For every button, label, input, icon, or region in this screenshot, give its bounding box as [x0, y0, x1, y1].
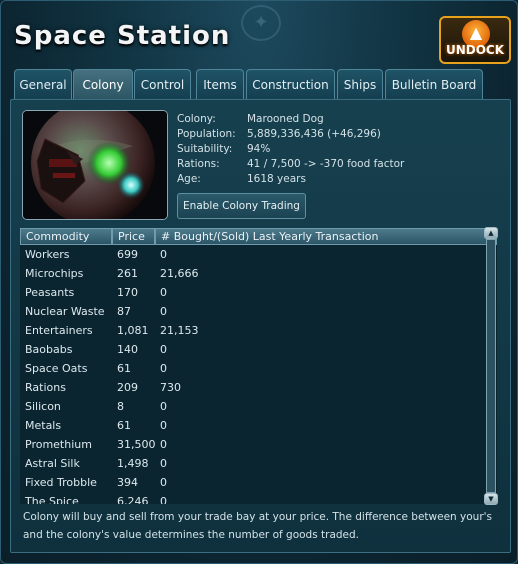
price-cell: 8 — [117, 400, 124, 413]
column-header-commodity[interactable]: Commodity — [20, 228, 112, 245]
commodity-cell: Rations — [25, 381, 66, 394]
table-row[interactable]: Promethium 31,500 0 — [20, 435, 497, 454]
tab-colony[interactable]: Colony — [73, 69, 133, 100]
info-row-suitability: Suitability: 94% — [177, 142, 497, 157]
commodity-cell: Space Oats — [25, 362, 88, 375]
tab-ships[interactable]: Ships — [337, 69, 383, 100]
info-row-rations: Rations: 41 / 7,500 -> -370 food factor — [177, 157, 497, 172]
commodity-cell: Microchips — [25, 267, 84, 280]
table-body: Workers 699 0 Microchips 261 21,666 Peasants… — [20, 245, 497, 504]
table-row[interactable]: Astral Silk 1,498 0 — [20, 454, 497, 473]
commodity-cell: Nuclear Waste — [25, 305, 105, 318]
transaction-cell: 0 — [160, 286, 167, 299]
table-scrollbar[interactable]: ▲ ▼ — [484, 227, 498, 505]
price-cell: 61 — [117, 419, 131, 432]
transaction-cell: 0 — [160, 476, 167, 489]
transaction-cell: 0 — [160, 400, 167, 413]
commodity-cell: The Spice — [25, 495, 79, 504]
price-cell: 87 — [117, 305, 131, 318]
column-header-transaction[interactable]: # Bought/(Sold) Last Yearly Transaction — [155, 228, 497, 245]
price-cell: 1,498 — [117, 457, 149, 470]
undock-button[interactable]: ▲ UNDOCK — [439, 16, 511, 64]
colony-planet-image — [22, 110, 168, 220]
enable-colony-trading-button[interactable]: Enable Colony Trading — [177, 193, 306, 219]
colony-info: Colony: Marooned Dog Population: 5,889,3… — [177, 112, 497, 187]
transaction-cell: 21,666 — [160, 267, 199, 280]
table-row[interactable]: Space Oats 61 0 — [20, 359, 497, 378]
price-cell: 140 — [117, 343, 138, 356]
scroll-down-arrow-icon[interactable]: ▼ — [484, 493, 498, 505]
price-cell: 699 — [117, 248, 138, 261]
info-row-colony: Colony: Marooned Dog — [177, 112, 497, 127]
info-label: Age: — [177, 173, 201, 185]
space-station-window: ✦ Space Station ▲ UNDOCK General Colony … — [0, 0, 518, 564]
table-header: Commodity Price # Bought/(Sold) Last Yea… — [20, 228, 497, 245]
transaction-cell: 0 — [160, 438, 167, 451]
price-cell: 6,246 — [117, 495, 149, 504]
info-label: Population: — [177, 128, 236, 140]
transaction-cell: 0 — [160, 305, 167, 318]
tab-items[interactable]: Items — [196, 69, 244, 100]
commodity-cell: Peasants — [25, 286, 75, 299]
colony-planet-illustration — [23, 111, 167, 219]
commodity-table: Commodity Price # Bought/(Sold) Last Yea… — [20, 228, 497, 504]
table-row[interactable]: The Spice 6,246 0 — [20, 492, 497, 504]
transaction-cell: 0 — [160, 495, 167, 504]
scroll-up-arrow-icon[interactable]: ▲ — [484, 227, 498, 239]
info-row-age: Age: 1618 years — [177, 172, 497, 187]
price-cell: 209 — [117, 381, 138, 394]
tab-general[interactable]: General — [14, 69, 72, 100]
commodity-cell: Baobabs — [25, 343, 73, 356]
price-cell: 261 — [117, 267, 138, 280]
transaction-cell: 0 — [160, 343, 167, 356]
tab-construction[interactable]: Construction — [246, 69, 335, 100]
suitability-value: 94% — [247, 143, 271, 155]
table-row[interactable]: Rations 209 730 — [20, 378, 497, 397]
price-cell: 61 — [117, 362, 131, 375]
page-title: Space Station — [14, 21, 231, 51]
station-emblem-icon: ✦ — [241, 5, 281, 41]
transaction-cell: 0 — [160, 362, 167, 375]
trade-description: Colony will buy and sell from your trade… — [23, 511, 493, 541]
commodity-cell: Astral Silk — [25, 457, 80, 470]
commodity-cell: Workers — [25, 248, 70, 261]
info-row-population: Population: 5,889,336,436 (+46,296) — [177, 127, 497, 142]
price-cell: 1,081 — [117, 324, 149, 337]
transaction-cell: 730 — [160, 381, 181, 394]
commodity-cell: Silicon — [25, 400, 61, 413]
commodity-cell: Metals — [25, 419, 62, 432]
age-value: 1618 years — [247, 173, 306, 185]
column-header-price[interactable]: Price — [112, 228, 155, 245]
table-row[interactable]: Workers 699 0 — [20, 245, 497, 264]
price-cell: 170 — [117, 286, 138, 299]
price-cell: 31,500 — [117, 438, 156, 451]
population-value: 5,889,336,436 (+46,296) — [247, 128, 381, 140]
price-cell: 394 — [117, 476, 138, 489]
table-row[interactable]: Silicon 8 0 — [20, 397, 497, 416]
table-row[interactable]: Baobabs 140 0 — [20, 340, 497, 359]
rations-value: 41 / 7,500 -> -370 food factor — [247, 158, 405, 170]
colony-panel: Colony: Marooned Dog Population: 5,889,3… — [10, 99, 511, 553]
transaction-cell: 0 — [160, 457, 167, 470]
table-row[interactable]: Nuclear Waste 87 0 — [20, 302, 497, 321]
transaction-cell: 0 — [160, 419, 167, 432]
transaction-cell: 21,153 — [160, 324, 199, 337]
undock-label: UNDOCK — [445, 43, 505, 57]
table-row[interactable]: Microchips 261 21,666 — [20, 264, 497, 283]
transaction-cell: 0 — [160, 248, 167, 261]
table-row[interactable]: Entertainers 1,081 21,153 — [20, 321, 497, 340]
table-row[interactable]: Metals 61 0 — [20, 416, 497, 435]
info-label: Colony: — [177, 113, 216, 125]
info-label: Suitability: — [177, 143, 233, 155]
table-row[interactable]: Fixed Trobble 394 0 — [20, 473, 497, 492]
table-row[interactable]: Peasants 170 0 — [20, 283, 497, 302]
tab-control[interactable]: Control — [134, 69, 191, 100]
info-label: Rations: — [177, 158, 220, 170]
commodity-cell: Fixed Trobble — [25, 476, 97, 489]
commodity-cell: Promethium — [25, 438, 92, 451]
scroll-track[interactable] — [486, 239, 496, 493]
colony-name-value: Marooned Dog — [247, 113, 324, 125]
tab-bulletin-board[interactable]: Bulletin Board — [385, 69, 483, 100]
commodity-cell: Entertainers — [25, 324, 93, 337]
